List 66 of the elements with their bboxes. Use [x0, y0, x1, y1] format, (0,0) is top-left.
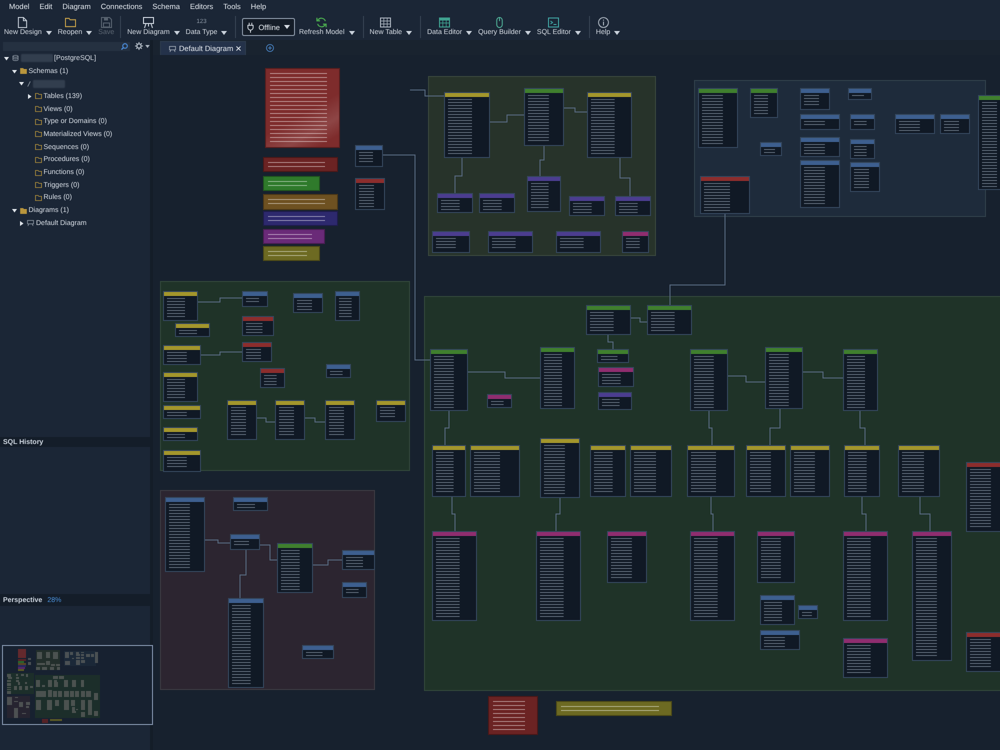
caret-icon[interactable] — [614, 31, 620, 35]
folder-icon — [20, 68, 26, 74]
relationship-line — [490, 114, 524, 122]
plug-icon — [247, 22, 254, 32]
refresh-icon — [316, 17, 328, 28]
relationship-line — [198, 298, 242, 302]
triangle-right-icon[interactable] — [19, 220, 24, 226]
triangle-down-icon[interactable] — [12, 68, 16, 74]
add-tab-icon[interactable] — [266, 44, 274, 52]
relationship-line — [708, 410, 712, 446]
relationship-line — [452, 496, 456, 532]
relationship-line — [630, 318, 648, 322]
relationship-line — [304, 418, 326, 422]
caret-icon[interactable] — [406, 31, 412, 35]
relationship-line — [728, 376, 766, 382]
relationship-line — [770, 408, 780, 446]
search-icon — [121, 42, 128, 50]
caret-icon[interactable] — [46, 31, 52, 35]
mouse-icon — [494, 17, 505, 28]
caret-icon[interactable] — [145, 44, 150, 48]
caret-icon[interactable] — [466, 31, 472, 35]
easel-icon — [142, 17, 154, 28]
close-icon[interactable] — [236, 46, 242, 51]
info-icon — [598, 17, 609, 28]
triangle-right-icon[interactable] — [26, 94, 32, 99]
relationship-line — [920, 496, 930, 532]
gear-icon[interactable] — [135, 42, 143, 50]
search-field[interactable] — [3, 42, 130, 50]
relationship-line — [240, 550, 246, 598]
relationship-line — [540, 146, 544, 176]
caret-icon[interactable] — [221, 31, 228, 35]
relationship-line — [444, 410, 450, 446]
terminal-icon — [548, 17, 560, 28]
triangle-down-icon[interactable] — [12, 208, 16, 214]
relationship-line — [620, 158, 630, 196]
caret-icon[interactable] — [524, 31, 531, 35]
relationship-line — [608, 334, 614, 350]
relationship-line — [256, 418, 276, 422]
relationship-line — [200, 352, 242, 356]
triangle-down-icon[interactable] — [4, 56, 9, 61]
spreadsheet-icon — [439, 17, 450, 28]
database-icon — [12, 55, 19, 62]
relationship-line — [860, 410, 866, 446]
caret-icon[interactable] — [574, 31, 581, 35]
minimap-drawing[interactable] — [2, 645, 153, 725]
caret-icon[interactable] — [348, 31, 355, 35]
folder-icon — [64, 17, 76, 28]
relationship-line — [710, 496, 714, 532]
table-grid-icon — [380, 17, 392, 28]
slash-icon — [27, 80, 31, 87]
relationship-line — [312, 560, 342, 566]
relationship-line — [556, 498, 560, 532]
caret-icon[interactable] — [174, 31, 180, 35]
relationship-line — [862, 496, 866, 532]
easel-icon — [27, 220, 34, 226]
triangle-down-icon[interactable] — [19, 81, 24, 86]
document-icon — [17, 17, 28, 28]
easel-icon — [169, 46, 176, 52]
relationship-line — [454, 158, 462, 194]
folder-icon — [20, 208, 26, 214]
relationship-line — [802, 372, 844, 378]
caret-icon[interactable] — [86, 31, 92, 35]
relationship-line — [260, 544, 278, 560]
relationship-line — [204, 540, 230, 544]
relationship-line — [410, 90, 444, 96]
relationship-line — [564, 108, 588, 112]
